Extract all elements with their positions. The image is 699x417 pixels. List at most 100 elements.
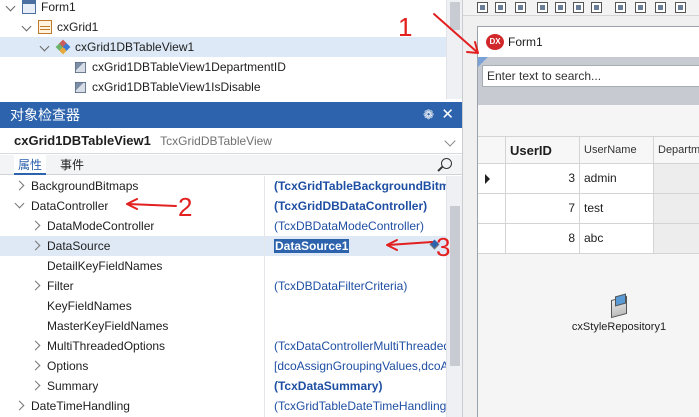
chevron-right-icon[interactable] [30,240,41,251]
property-row-datetimehandling[interactable]: DateTimeHandling (TcxGridTableDateTimeHan… [0,396,446,416]
chevron-right-icon[interactable] [30,340,41,351]
close-icon[interactable]: ✕ [441,102,454,128]
table-row[interactable]: 3 admin [478,164,699,194]
scrollbar-thumb[interactable] [450,206,460,366]
row-indicator[interactable] [478,194,506,223]
align-icon[interactable] [515,2,526,13]
align-icon[interactable] [573,2,584,13]
property-value[interactable]: (TcxDBDataModeController) [270,216,446,236]
find-search-input[interactable] [482,65,699,87]
scrollbar-thumb[interactable] [450,2,460,30]
chevron-right-icon[interactable] [14,180,25,191]
chevron-down-icon[interactable] [429,239,440,250]
cell-department[interactable] [654,194,699,223]
pin-icon[interactable]: ❁ [423,102,434,128]
chevron-right-icon[interactable] [30,380,41,391]
property-name: DataModeController [47,219,155,233]
chevron-down-icon[interactable] [6,2,16,12]
cell-userid[interactable]: 3 [506,164,580,193]
column-divider[interactable] [264,176,265,417]
chevron-down-icon[interactable] [14,198,25,209]
component-label: cxStyleRepository1 [571,321,667,333]
property-value[interactable]: (TcxGridTableDateTimeHandling) [270,396,446,416]
align-icon[interactable] [635,2,646,13]
property-value[interactable] [270,296,446,316]
property-row-detailkeyfieldnames[interactable]: DetailKeyFieldNames [0,256,446,276]
chevron-down-icon[interactable] [22,22,32,32]
tree-item-form1[interactable]: Form1 [6,0,76,17]
cell-userid[interactable]: 7 [506,194,580,223]
align-icon[interactable] [555,2,566,13]
property-row-datacontroller[interactable]: DataController (TcxGridDBDataController) [0,196,446,216]
chevron-right-icon[interactable] [30,280,41,291]
property-row-keyfieldnames[interactable]: KeyFieldNames [0,296,446,316]
column-header-department[interactable]: Department [654,137,699,164]
cell-department[interactable] [654,224,699,253]
tab-events[interactable]: 事件 [56,155,88,175]
style-repository-component[interactable]: cxStyleRepository1 [569,295,669,333]
form-designer: DX Form1 UserID UserName Department 3 ad… [462,0,699,417]
form1-window[interactable]: DX Form1 UserID UserName Department 3 ad… [477,26,699,417]
align-icon[interactable] [615,2,626,13]
property-value-text: (TcxDataControllerMultiThreadedOptions) [274,339,446,353]
property-row-masterkeyfieldnames[interactable]: MasterKeyFieldNames [0,316,446,336]
chevron-down-icon[interactable] [40,42,50,52]
property-row-summary[interactable]: Summary (TcxDataSummary) [0,376,446,396]
cell-username[interactable]: abc [580,224,654,253]
chevron-down-icon[interactable] [444,135,456,147]
table-row[interactable]: 7 test [478,194,699,224]
chevron-right-icon[interactable] [30,360,41,371]
tree-scrollbar[interactable] [446,0,462,99]
align-icon[interactable] [675,2,686,13]
align-icon[interactable] [495,2,506,13]
cell-userid[interactable]: 8 [506,224,580,253]
property-value[interactable]: (TcxDBDataFilterCriteria) [270,276,446,296]
object-selector[interactable]: cxGrid1DBTableView1 TcxGridDBTableView [0,128,462,154]
tab-properties[interactable]: 属性 [14,155,47,175]
cxgrid1[interactable]: UserID UserName Department 3 admin 7 tes… [478,57,699,417]
column-header-username[interactable]: UserName [580,137,654,164]
property-grid-scrollbar[interactable] [446,176,462,417]
tree-item-cxgrid1[interactable]: cxGrid1 [22,17,98,37]
property-value[interactable]: DataSource1 [270,236,446,256]
tree-item-column-departmentid[interactable]: cxGrid1DBTableView1DepartmentID [74,57,286,77]
property-row-multithreadedoptions[interactable]: MultiThreadedOptions (TcxDataControllerMu… [0,336,446,356]
property-name: Filter [47,279,74,293]
chevron-right-icon[interactable] [14,400,25,411]
property-row-backgroundbitmaps[interactable]: BackgroundBitmaps (TcxGridTableBackground… [0,176,446,196]
tree-item-label: cxGrid1DBTableView1DepartmentID [92,60,286,74]
find-panel [478,57,699,105]
property-name: MultiThreadedOptions [47,339,166,353]
cell-department[interactable] [654,164,699,193]
table-row[interactable]: 8 abc [478,224,699,254]
property-value-text: (TcxGridTableDateTimeHandling) [274,399,446,413]
form-caption: Form1 [508,35,543,49]
search-icon[interactable] [441,158,452,169]
align-icon[interactable] [591,2,602,13]
tree-item-label: Form1 [41,0,76,14]
align-icon[interactable] [477,2,488,13]
row-indicator[interactable] [478,164,506,193]
property-row-datamodecontroller[interactable]: DataModeController (TcxDBDataModeControll… [0,216,446,236]
property-name: BackgroundBitmaps [31,179,139,193]
cell-username[interactable]: admin [580,164,654,193]
property-row-options[interactable]: Options [dcoAssignGroupingValues,dcoAssig… [0,356,446,376]
property-value[interactable] [270,316,446,336]
row-indicator[interactable] [478,224,506,253]
property-value[interactable]: (TcxGridTableBackgroundBitmaps) [270,176,446,196]
current-row-arrow-icon [485,174,490,184]
tree-item-column-isdisable[interactable]: cxGrid1DBTableView1IsDisable [74,77,261,97]
column-header-userid[interactable]: UserID [506,137,580,164]
property-value[interactable]: (TcxGridDBDataController) [270,196,446,216]
property-value[interactable]: (TcxDataSummary) [270,376,446,396]
property-row-datasource[interactable]: DataSource DataSource1 [0,236,446,256]
property-row-filter[interactable]: Filter (TcxDBDataFilterCriteria) [0,276,446,296]
align-icon[interactable] [537,2,548,13]
property-value[interactable] [270,256,446,276]
property-value[interactable]: (TcxDataControllerMultiThreadedOptions) [270,336,446,356]
chevron-right-icon[interactable] [30,220,41,231]
align-icon[interactable] [655,2,666,13]
property-value[interactable]: [dcoAssignGroupingValues,dcoAssignMaster… [270,356,446,376]
tree-item-tableview[interactable]: cxGrid1DBTableView1 [0,37,446,57]
cell-username[interactable]: test [580,194,654,223]
